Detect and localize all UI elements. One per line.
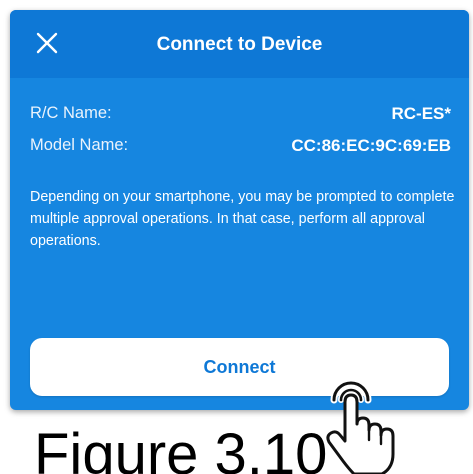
screenshot-stage: Connect to Device R/C Name: RC-ES* Model… bbox=[0, 0, 473, 474]
rc-name-label: R/C Name: bbox=[30, 104, 112, 122]
dialog-header: Connect to Device bbox=[10, 10, 469, 78]
figure-caption: Figure 3.10 bbox=[34, 422, 328, 474]
tap-hand-icon bbox=[326, 379, 395, 474]
rc-name-row: R/C Name: RC-ES* bbox=[30, 104, 451, 126]
dialog-title: Connect to Device bbox=[156, 34, 323, 55]
rc-name-value: RC-ES* bbox=[391, 104, 451, 123]
model-name-row: Model Name: CC:86:EC:9C:69:EB bbox=[30, 136, 451, 158]
connect-dialog: Connect to Device R/C Name: RC-ES* Model… bbox=[10, 10, 469, 410]
approval-note: Depending on your smartphone, you may be… bbox=[30, 189, 455, 249]
model-name-value: CC:86:EC:9C:69:EB bbox=[291, 136, 451, 155]
model-name-label: Model Name: bbox=[30, 136, 129, 154]
